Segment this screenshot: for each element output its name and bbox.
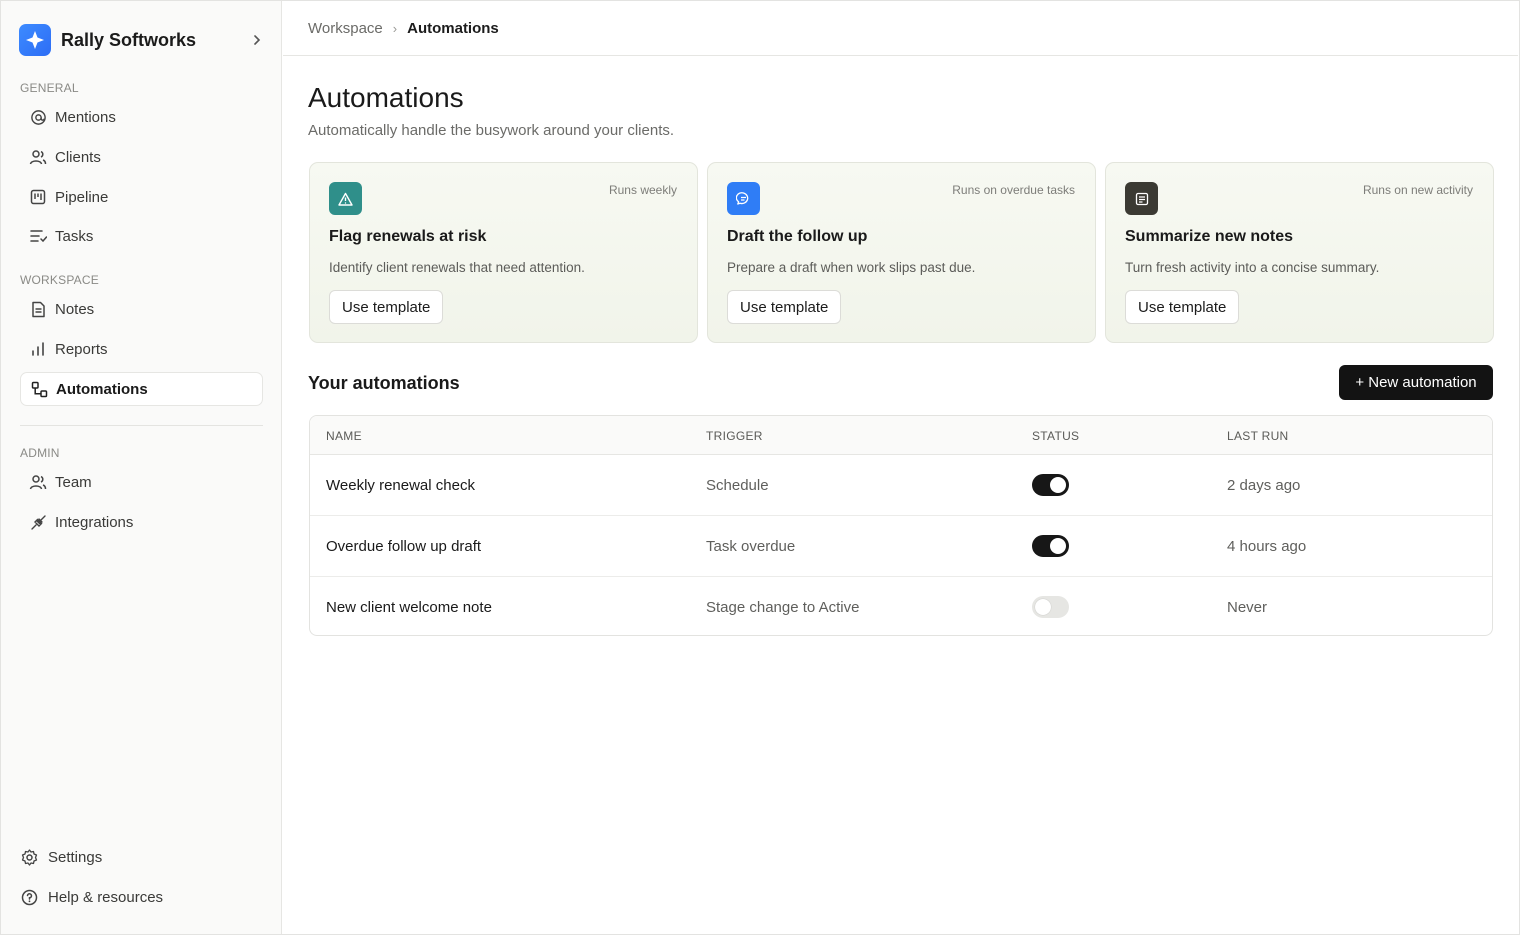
breadcrumb-parent[interactable]: Workspace: [308, 20, 383, 37]
warning-icon: [329, 182, 362, 215]
sidebar-item-clients[interactable]: Clients: [20, 140, 263, 174]
at-sign-icon: [29, 108, 47, 126]
sidebar-item-tasks[interactable]: Tasks: [20, 219, 263, 253]
bar-chart-icon: [29, 340, 47, 358]
sidebar-item-label: Notes: [55, 300, 95, 318]
template-frequency: Runs weekly: [608, 183, 677, 197]
column-header-trigger[interactable]: TRIGGER: [706, 429, 763, 443]
section-label-workspace: WORKSPACE: [20, 273, 99, 287]
sidebar-item-label: Tasks: [55, 227, 94, 245]
sidebar-item-mentions[interactable]: Mentions: [20, 100, 263, 134]
section-label-general: GENERAL: [20, 81, 79, 95]
template-card: Runs on new activity Summarize new notes…: [1105, 162, 1494, 343]
plug-icon: [29, 513, 47, 531]
sidebar-item-automations[interactable]: Automations: [20, 372, 263, 406]
automation-last-run: 4 hours ago: [1227, 538, 1307, 555]
breadcrumb: Workspace › Automations: [283, 1, 1518, 56]
automation-trigger: Task overdue: [706, 538, 796, 555]
sidebar-item-reports[interactable]: Reports: [20, 332, 263, 366]
note-icon: [29, 300, 47, 318]
automation-name: New client welcome note: [326, 599, 492, 616]
sidebar-item-pipeline[interactable]: Pipeline: [20, 180, 263, 214]
list-icon: [29, 227, 47, 245]
new-automation-button[interactable]: + New automation: [1339, 365, 1493, 400]
chevron-right-icon[interactable]: [247, 30, 267, 50]
sidebar-item-team[interactable]: Team: [20, 465, 263, 499]
kanban-icon: [29, 188, 47, 206]
automation-name: Overdue follow up draft: [326, 538, 482, 555]
sidebar-item-label: Team: [55, 473, 92, 491]
help-label: Help & resources: [48, 888, 164, 906]
automation-last-run: 2 days ago: [1227, 477, 1301, 494]
status-toggle[interactable]: [1032, 535, 1069, 557]
breadcrumb-current: Automations: [407, 19, 499, 37]
sidebar-item-label: Integrations: [55, 513, 134, 531]
template-description: Turn fresh activity into a concise summa…: [1125, 260, 1380, 275]
template-title: Summarize new notes: [1125, 228, 1294, 245]
page-title: Automations: [308, 82, 464, 113]
toggle-knob: [1050, 538, 1066, 554]
template-title: Draft the follow up: [727, 228, 868, 245]
note-icon: [1125, 182, 1158, 215]
status-toggle[interactable]: [1032, 474, 1069, 496]
section-title: Your automations: [308, 373, 460, 393]
rally-logo-icon: [19, 24, 51, 56]
sidebar-item-label: Mentions: [55, 108, 116, 126]
automation-trigger: Schedule: [706, 477, 769, 494]
template-frequency: Runs on new activity: [1362, 183, 1473, 197]
sidebar-item-label: Automations: [56, 380, 148, 398]
use-template-button[interactable]: Use template: [329, 290, 444, 324]
breadcrumb-separator: ›: [392, 20, 398, 36]
automation-name: Weekly renewal check: [326, 477, 475, 494]
workflow-icon: [30, 380, 48, 398]
sidebar: Rally Softworks GENERAL Mentions Clients…: [1, 1, 282, 934]
users-icon: [29, 148, 47, 166]
sidebar-item-integrations[interactable]: Integrations: [20, 505, 263, 539]
template-card: Runs weekly Flag renewals at risk Identi…: [309, 162, 698, 343]
template-description: Identify client renewals that need atten…: [329, 260, 585, 275]
automation-last-run: Never: [1227, 599, 1268, 616]
table-row[interactable]: New client welcome note Stage change to …: [310, 577, 1492, 635]
sidebar-item-notes[interactable]: Notes: [20, 292, 263, 326]
workspace-name: Rally Softworks: [61, 29, 197, 50]
help-circle-icon: [20, 888, 38, 906]
sidebar-item-label: Pipeline: [55, 188, 109, 206]
sidebar-item-label: Reports: [55, 340, 108, 358]
column-header-last-run[interactable]: LAST RUN: [1227, 429, 1289, 443]
automation-trigger: Stage change to Active: [706, 599, 860, 616]
sidebar-item-label: Clients: [55, 148, 101, 166]
page-subtitle: Automatically handle the busywork around…: [308, 122, 675, 139]
table-row[interactable]: Weekly renewal check Schedule 2 days ago: [310, 455, 1492, 516]
template-frequency: Runs on overdue tasks: [952, 183, 1075, 197]
use-template-button[interactable]: Use template: [1125, 290, 1240, 324]
settings-label: Settings: [48, 848, 103, 866]
column-header-status[interactable]: STATUS: [1032, 429, 1079, 443]
column-header-name[interactable]: NAME: [326, 429, 362, 443]
users-icon: [29, 473, 47, 491]
template-description: Prepare a draft when work slips past due…: [727, 260, 976, 275]
help-link[interactable]: Help & resources: [20, 882, 163, 912]
gear-icon: [20, 848, 38, 866]
template-card: Runs on overdue tasks Draft the follow u…: [707, 162, 1096, 343]
template-title: Flag renewals at risk: [329, 228, 487, 245]
toggle-knob: [1035, 599, 1051, 615]
workspace-switcher[interactable]: Rally Softworks: [19, 23, 267, 57]
table-row[interactable]: Overdue follow up draft Task overdue 4 h…: [310, 516, 1492, 577]
automations-table: NAME TRIGGER STATUS LAST RUN Weekly rene…: [309, 415, 1493, 636]
settings-link[interactable]: Settings: [20, 842, 102, 872]
use-template-button[interactable]: Use template: [727, 290, 842, 324]
sidebar-divider: [20, 425, 263, 426]
toggle-knob: [1050, 477, 1066, 493]
table-header: NAME TRIGGER STATUS LAST RUN: [310, 416, 1492, 455]
status-toggle[interactable]: [1032, 596, 1069, 618]
section-label-admin: ADMIN: [20, 446, 60, 460]
message-icon: [727, 182, 760, 215]
